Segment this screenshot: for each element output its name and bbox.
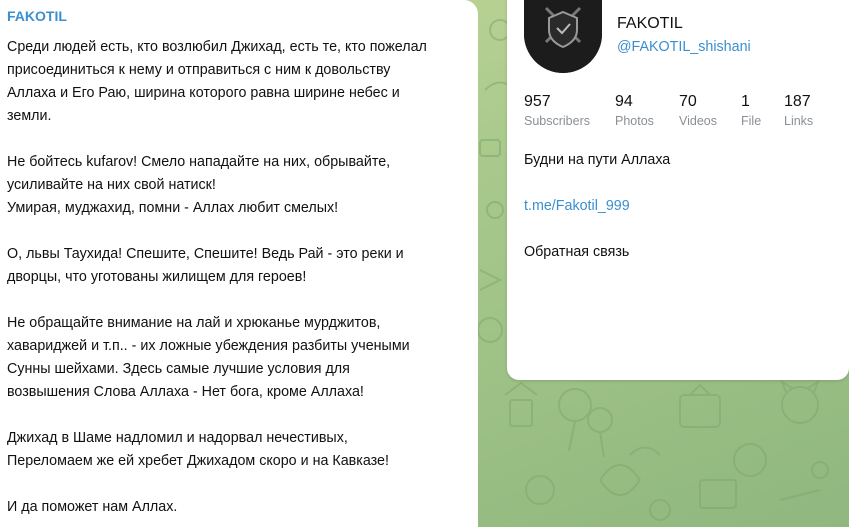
message-paragraph: Джихад в Шаме надломил и надорвал нечест…: [7, 427, 464, 473]
channel-link[interactable]: t.me/Fakotil_999: [524, 198, 630, 214]
channel-message-bubble: FAKOTIL Среди людей есть, кто возлюбил Д…: [0, 0, 478, 527]
stat-label: Photos: [615, 114, 654, 128]
message-line: Умирая, муджахид, помни - Аллах любит см…: [7, 200, 339, 216]
stat-value: 957: [524, 93, 551, 110]
message-line: Не бойтесь kufarov! Смело нападайте на н…: [7, 154, 391, 170]
stat-links[interactable]: 187 Links: [784, 92, 813, 129]
message-line: Переломаем же ей хребет Джихадом скоро и…: [7, 453, 389, 469]
message-line: присоединиться к нему и отправиться с ни…: [7, 62, 391, 78]
message-line: земли.: [7, 108, 52, 124]
stat-photos[interactable]: 94 Photos: [615, 92, 654, 129]
message-paragraph: Не обращайте внимание на лай и хрюканье …: [7, 312, 464, 404]
stat-videos[interactable]: 70 Videos: [679, 92, 717, 129]
feedback-item[interactable]: Обратная связь: [524, 244, 629, 260]
message-line: Аллаха и Его Раю, ширина которого равна …: [7, 85, 400, 101]
message-line: Джихад в Шаме надломил и надорвал нечест…: [7, 430, 348, 446]
message-paragraph: О, львы Таухида! Спешите, Спешите! Ведь …: [7, 243, 464, 289]
channel-handle-link[interactable]: @FAKOTIL_shishani: [617, 39, 751, 55]
stat-label: File: [741, 114, 762, 128]
channel-avatar[interactable]: [524, 0, 602, 73]
stat-value: 70: [679, 93, 697, 110]
channel-info-card: FAKOTIL @FAKOTIL_shishani 957 Subscriber…: [507, 0, 849, 380]
stat-label: Links: [784, 114, 814, 128]
message-line: усиливайте на них свой натиск!: [7, 177, 216, 193]
stat-label: Subscribers: [524, 114, 590, 128]
message-author[interactable]: FAKOTIL: [7, 8, 464, 26]
channel-stats: 957 Subscribers 94 Photos 70 Videos 1 Fi…: [524, 92, 844, 132]
message-paragraph: Не бойтесь kufarov! Смело нападайте на н…: [7, 151, 464, 220]
message-line: дворцы, что уготованы жилищем для героев…: [7, 269, 307, 285]
message-line: И да поможет нам Аллах.: [7, 499, 178, 515]
message-line: О, львы Таухида! Спешите, Спешите! Ведь …: [7, 246, 404, 262]
message-paragraph: И да поможет нам Аллах.: [7, 496, 464, 519]
message-line: Не обращайте внимание на лай и хрюканье …: [7, 315, 381, 331]
message-line: Сунны шейхами. Здесь самые лучшие услови…: [7, 361, 350, 377]
message-paragraph: Среди людей есть, кто возлюбил Джихад, е…: [7, 36, 464, 128]
channel-description: Будни на пути Аллаха: [524, 152, 671, 168]
message-line: возвышения Слова Аллаха - Нет бога, кром…: [7, 384, 364, 400]
message-line: Среди людей есть, кто возлюбил Джихад, е…: [7, 39, 427, 55]
stat-subscribers[interactable]: 957 Subscribers: [524, 92, 590, 129]
stat-label: Videos: [679, 114, 717, 128]
stat-file[interactable]: 1 File: [741, 92, 761, 129]
stat-value: 94: [615, 93, 633, 110]
message-line: хавариджей и т.п.. - их ложные убеждения…: [7, 338, 410, 354]
stat-value: 1: [741, 93, 750, 110]
stat-value: 187: [784, 93, 811, 110]
channel-name: FAKOTIL: [617, 15, 683, 32]
shield-emblem-icon: [524, 0, 602, 73]
message-text: Среди людей есть, кто возлюбил Джихад, е…: [7, 36, 464, 519]
